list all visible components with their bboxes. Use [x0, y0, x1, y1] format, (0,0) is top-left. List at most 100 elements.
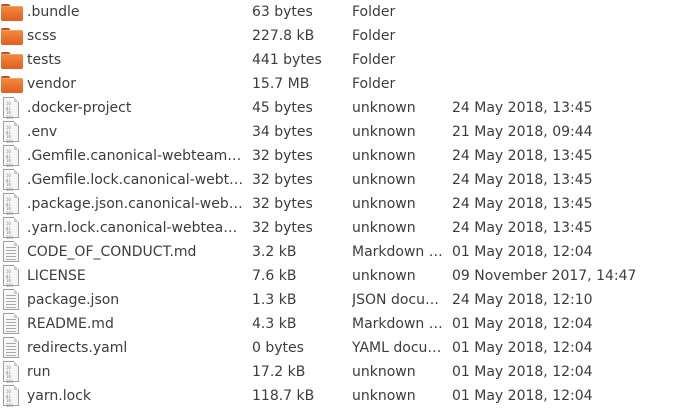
file-icon-cell: 10 01 10 101 — [0, 144, 24, 168]
file-name: .Gemfile.canonical-webteam-… — [27, 148, 246, 164]
binary-file-icon: 10 01 10 101 — [3, 265, 19, 287]
file-type: unknown — [352, 172, 416, 188]
file-modified — [452, 0, 692, 24]
file-modified: 01 May 2018, 12:04 — [452, 244, 593, 260]
file-size: 7.6 kB — [252, 268, 297, 284]
folder-icon — [1, 28, 23, 45]
file-name: .bundle — [27, 4, 80, 20]
file-size: 0 bytes — [252, 340, 304, 356]
file-icon-cell: 10 01 10 101 — [0, 360, 24, 384]
file-row[interactable]: 10 01 10 101 .Gemfile.canonical-webteam-… 32 … — [0, 144, 697, 168]
file-type: Markdown … — [352, 244, 443, 260]
file-name: tests — [27, 52, 62, 68]
file-name: .docker-project — [27, 100, 132, 116]
binary-file-icon: 10 01 10 101 — [3, 121, 19, 143]
folder-icon — [1, 4, 23, 21]
file-modified: 09 November 2017, 14:47 — [452, 268, 637, 284]
folder-icon — [1, 52, 23, 69]
file-name: .package.json.canonical-webt… — [27, 196, 246, 212]
file-icon-cell — [0, 312, 24, 336]
file-name: vendor — [27, 76, 76, 92]
file-modified — [452, 24, 692, 48]
file-row[interactable]: tests 441 bytes Folder — [0, 48, 697, 72]
binary-file-icon: 10 01 10 101 — [3, 97, 19, 119]
file-type: unknown — [352, 100, 416, 116]
file-type: unknown — [352, 220, 416, 236]
folder-icon — [1, 76, 23, 93]
file-name: .yarn.lock.canonical-webteam… — [27, 220, 246, 236]
file-size: 32 bytes — [252, 148, 313, 164]
file-row[interactable]: .bundle 63 bytes Folder — [0, 0, 697, 24]
binary-file-icon: 10 01 10 101 — [3, 217, 19, 239]
file-name: scss — [27, 28, 57, 44]
file-type: unknown — [352, 124, 416, 140]
file-icon-cell — [0, 24, 24, 48]
file-size: 34 bytes — [252, 124, 313, 140]
file-icon-cell: 10 01 10 101 — [0, 384, 24, 408]
binary-file-icon: 10 01 10 101 — [3, 145, 19, 167]
file-row[interactable]: package.json 1.3 kB JSON docu… 24 May 2018,… — [0, 288, 697, 312]
file-name: redirects.yaml — [27, 340, 128, 356]
file-size: 4.3 kB — [252, 316, 297, 332]
file-modified: 24 May 2018, 13:45 — [452, 100, 593, 116]
file-modified: 21 May 2018, 09:44 — [452, 124, 593, 140]
file-row[interactable]: 10 01 10 101 LICENSE 7.6 kB unknown 09 November… — [0, 264, 697, 288]
file-icon-cell — [0, 240, 24, 264]
binary-file-icon: 10 01 10 101 — [3, 169, 19, 191]
file-name: run — [27, 364, 51, 380]
file-row[interactable]: 10 01 10 101 .Gemfile.lock.canonical-webte… 3… — [0, 168, 697, 192]
file-modified: 24 May 2018, 13:45 — [452, 148, 593, 164]
file-icon-cell: 10 01 10 101 — [0, 216, 24, 240]
file-modified: 01 May 2018, 12:04 — [452, 364, 593, 380]
file-modified: 01 May 2018, 12:04 — [452, 340, 593, 356]
file-size: 32 bytes — [252, 172, 313, 188]
file-row[interactable]: 10 01 10 101 run 17.2 kB unknown 01 May 2018, 1… — [0, 360, 697, 384]
file-modified — [452, 48, 692, 72]
file-modified: 24 May 2018, 13:45 — [452, 172, 593, 188]
file-size: 17.2 kB — [252, 364, 306, 380]
file-type: Markdown … — [352, 316, 443, 332]
file-size: 63 bytes — [252, 4, 313, 20]
file-type: Folder — [352, 28, 396, 44]
file-row[interactable]: 10 01 10 101 .docker-project 45 bytes unknown 2… — [0, 96, 697, 120]
file-icon-cell — [0, 0, 24, 24]
file-modified: 24 May 2018, 12:10 — [452, 292, 593, 308]
file-row[interactable]: 10 01 10 101 .package.json.canonical-webt… 32… — [0, 192, 697, 216]
text-file-icon — [3, 241, 19, 262]
file-name: yarn.lock — [27, 388, 91, 404]
file-modified: 24 May 2018, 13:45 — [452, 196, 593, 212]
file-icon-cell: 10 01 10 101 — [0, 120, 24, 144]
binary-file-icon: 10 01 10 101 — [3, 193, 19, 215]
binary-file-icon: 10 01 10 101 — [3, 361, 19, 383]
file-type: unknown — [352, 196, 416, 212]
file-icon-cell: 10 01 10 101 — [0, 264, 24, 288]
file-size: 118.7 kB — [252, 388, 315, 404]
file-row[interactable]: 10 01 10 101 yarn.lock 118.7 kB unknown 01 May … — [0, 384, 697, 408]
file-name: .Gemfile.lock.canonical-webte… — [27, 172, 246, 188]
file-row[interactable]: vendor 15.7 MB Folder — [0, 72, 697, 96]
file-size: 45 bytes — [252, 100, 313, 116]
file-name: CODE_OF_CONDUCT.md — [27, 244, 197, 260]
file-row[interactable]: scss 227.8 kB Folder — [0, 24, 697, 48]
file-modified: 01 May 2018, 12:04 — [452, 316, 593, 332]
file-name: package.json — [27, 292, 120, 308]
file-size: 441 bytes — [252, 52, 322, 68]
file-type: Folder — [352, 4, 396, 20]
file-row[interactable]: README.md 4.3 kB Markdown … 01 May 2018, 12… — [0, 312, 697, 336]
file-row[interactable]: 10 01 10 101 .env 34 bytes unknown 21 May 2018,… — [0, 120, 697, 144]
file-row[interactable]: CODE_OF_CONDUCT.md 3.2 kB Markdown … 01 May… — [0, 240, 697, 264]
file-size: 227.8 kB — [252, 28, 315, 44]
file-type: JSON docu… — [352, 292, 439, 308]
file-row[interactable]: 10 01 10 101 .yarn.lock.canonical-webteam… 32… — [0, 216, 697, 240]
file-icon-cell — [0, 288, 24, 312]
file-icon-cell — [0, 48, 24, 72]
file-modified: 01 May 2018, 12:04 — [452, 388, 593, 404]
text-file-icon — [3, 313, 19, 334]
file-size: 1.3 kB — [252, 292, 297, 308]
file-icon-cell — [0, 336, 24, 360]
file-row[interactable]: redirects.yaml 0 bytes YAML docu… 01 May 20… — [0, 336, 697, 360]
file-size: 15.7 MB — [252, 76, 310, 92]
file-list: .bundle 63 bytes Folder scss 227.8 kB Folder t… — [0, 0, 697, 407]
file-type: unknown — [352, 148, 416, 164]
file-type: Folder — [352, 76, 396, 92]
